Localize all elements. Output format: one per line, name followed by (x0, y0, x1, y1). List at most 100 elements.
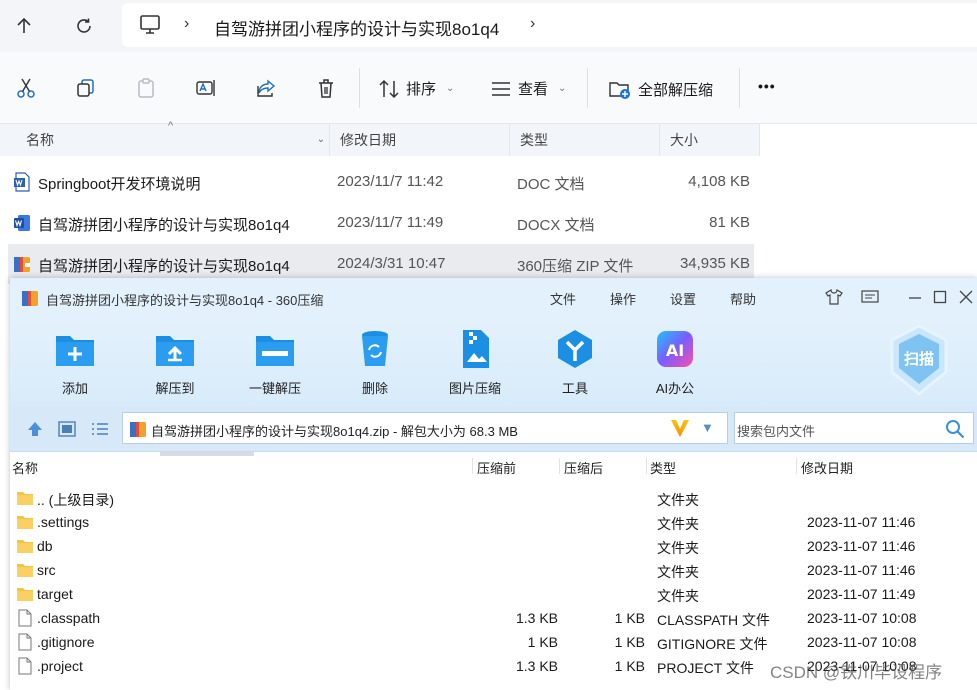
file-icon (16, 633, 34, 651)
archive-row[interactable]: .. (上级目录) 文件夹 (10, 486, 977, 510)
delete-button[interactable]: 删除 (335, 324, 415, 404)
file-row[interactable]: 自驾游拼团小程序的设计与实现8o1q4 2023/11/7 11:49 DOCX… (8, 203, 754, 243)
extract-to-button[interactable]: 解压到 (135, 324, 215, 404)
minimize-icon[interactable] (904, 286, 926, 308)
this-pc-icon (138, 14, 162, 36)
file-row[interactable]: Springboot开发环境说明 2023/11/7 11:42 DOC 文档 … (8, 162, 754, 202)
entry-modified: 2023-11-07 11:49 (807, 586, 916, 602)
breadcrumb-folder[interactable]: 自驾游拼团小程序的设计与实现8o1q4 (214, 15, 499, 40)
archive-row[interactable]: src 文件夹 2023-11-07 11:46 (10, 558, 977, 582)
one-click-extract-icon (254, 328, 296, 370)
breadcrumb-chevron-icon[interactable]: › (184, 15, 189, 33)
zip-archive-icon (128, 419, 148, 439)
image-compress-label: 图片压缩 (448, 381, 501, 396)
column-modified[interactable]: 修改日期 (330, 124, 510, 156)
breadcrumb-chevron-icon[interactable]: › (530, 15, 535, 33)
archive-row[interactable]: .classpath 1.3 KB 1 KB CLASSPATH 文件 2023… (10, 606, 977, 630)
archive-row[interactable]: db 文件夹 2023-11-07 11:46 (10, 534, 977, 558)
cut-icon[interactable] (14, 76, 38, 100)
view-label: 查看 (518, 81, 549, 98)
file-name: 自驾游拼团小程序的设计与实现8o1q4 (38, 217, 290, 234)
up-arrow-icon[interactable] (8, 10, 40, 42)
thumbnail-view-icon[interactable] (57, 419, 77, 439)
feedback-icon[interactable] (859, 286, 881, 308)
zip-column-type[interactable]: 类型 (650, 458, 676, 477)
view-button[interactable]: 查看 ⌄ (490, 78, 566, 99)
ai-office-icon: AI (654, 328, 696, 370)
zip-title-bar: 自驾游拼团小程序的设计与实现8o1q4 - 360压缩 文件 操作 设置 帮助 (10, 278, 977, 318)
image-compress-button[interactable]: 图片压缩 (435, 324, 515, 404)
archive-row[interactable]: target 文件夹 2023-11-07 11:49 (10, 582, 977, 606)
sort-button[interactable]: 排序 ⌄ (378, 78, 454, 99)
image-compress-icon (454, 328, 496, 370)
column-size[interactable]: 大小 (660, 124, 760, 156)
column-name[interactable]: 名称 (0, 124, 330, 156)
add-label: 添加 (61, 381, 88, 396)
up-level-icon[interactable] (25, 419, 45, 439)
zip-column-after[interactable]: 压缩后 (564, 458, 603, 477)
menu-file[interactable]: 文件 (550, 289, 576, 308)
menu-operation[interactable]: 操作 (610, 289, 636, 308)
address-field[interactable]: › 自驾游拼团小程序的设计与实现8o1q4 › (122, 3, 977, 47)
file-list-header: 名称 ^ ⌄ 修改日期 类型 大小 (0, 120, 760, 156)
delete-bin-icon (354, 328, 396, 370)
horizontal-scrollbar[interactable] (160, 452, 254, 456)
archive-search-field[interactable]: 搜索包内文件 (734, 412, 974, 444)
scan-button[interactable]: 扫描 (888, 324, 950, 396)
extract-folder-icon (609, 82, 630, 99)
copy-icon[interactable] (74, 76, 98, 100)
svg-text:AI: AI (666, 341, 684, 360)
tools-button[interactable]: 工具 (535, 324, 615, 404)
entry-modified: 2023-11-07 11:46 (807, 514, 916, 530)
chevron-down-icon: ⌄ (446, 83, 455, 94)
folder-icon (16, 537, 34, 555)
one-click-extract-label: 一键解压 (248, 381, 301, 396)
folder-icon (16, 489, 34, 507)
archive-path-field[interactable]: 自驾游拼团小程序的设计与实现8o1q4.zip - 解包大小为 68.3 MB … (122, 412, 728, 444)
archive-row[interactable]: .gitignore 1 KB 1 KB GITIGNORE 文件 2023-1… (10, 630, 977, 654)
close-icon[interactable] (955, 286, 977, 308)
file-modified: 2023/11/7 11:42 (337, 173, 444, 190)
entry-size-after: 1 KB (614, 634, 645, 650)
entry-size-before: 1.3 KB (515, 658, 558, 674)
extract-all-button[interactable]: 全部解压缩 (608, 78, 713, 100)
extract-to-label: 解压到 (155, 381, 195, 396)
sort-ascending-icon: ^ (168, 120, 174, 132)
archive-file-list: 名称 压缩前 压缩后 类型 修改日期 .. (上级目录) 文件夹 .settin… (10, 452, 977, 690)
menu-help[interactable]: 帮助 (730, 289, 756, 308)
entry-name: .gitignore (37, 634, 95, 650)
share-icon[interactable] (254, 76, 278, 100)
path-dropdown-icon[interactable]: ▼ (701, 420, 714, 435)
one-click-extract-button[interactable]: 一键解压 (235, 324, 315, 404)
maximize-icon[interactable] (929, 286, 951, 308)
zip-app-logo-icon (20, 288, 40, 308)
list-view-icon[interactable] (90, 419, 110, 439)
rename-icon[interactable] (194, 76, 218, 100)
tools-icon (554, 328, 596, 370)
column-type[interactable]: 类型 (510, 124, 660, 156)
zip-column-name[interactable]: 名称 (12, 458, 38, 477)
entry-name: target (37, 586, 73, 602)
column-divider (472, 458, 473, 474)
skin-shirt-icon[interactable] (823, 286, 845, 308)
menu-settings[interactable]: 设置 (670, 289, 696, 308)
add-button[interactable]: 添加 (35, 324, 115, 404)
entry-modified: 2023-11-07 11:46 (807, 562, 916, 578)
folder-icon (16, 561, 34, 579)
paste-icon[interactable] (134, 76, 158, 100)
ai-office-button[interactable]: AI AI办公 (635, 324, 715, 404)
checkmark-v-icon[interactable] (669, 417, 691, 439)
more-options-button[interactable]: ••• (758, 78, 776, 94)
entry-size-before: 1 KB (527, 634, 558, 650)
entry-name: .project (37, 658, 83, 674)
file-modified: 2023/11/7 11:49 (337, 214, 444, 231)
zip-column-modified[interactable]: 修改日期 (801, 458, 853, 477)
refresh-icon[interactable] (68, 10, 100, 42)
word-docx-icon (12, 213, 32, 233)
column-dropdown-icon[interactable]: ⌄ (312, 124, 330, 156)
search-icon[interactable] (945, 419, 965, 439)
archive-row[interactable]: .settings 文件夹 2023-11-07 11:46 (10, 510, 977, 534)
delete-icon[interactable] (314, 76, 338, 100)
file-type: DOC 文档 (517, 176, 585, 193)
zip-column-before[interactable]: 压缩前 (477, 458, 516, 477)
